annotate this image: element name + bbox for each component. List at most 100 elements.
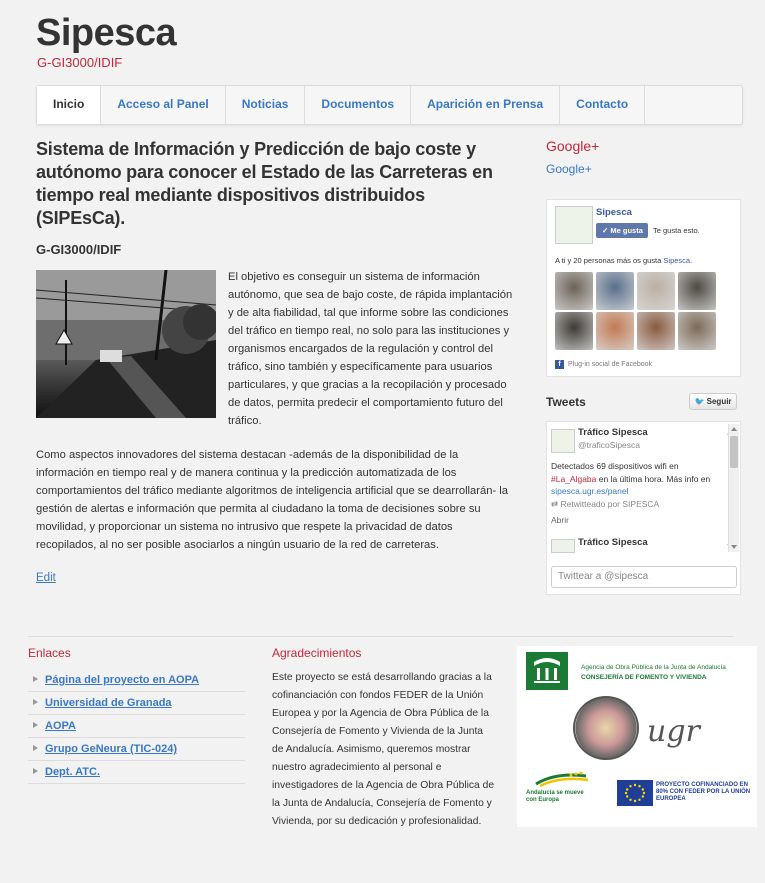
tweet-text-before: Detectados 69 dispositivos wifi en: [551, 461, 679, 471]
list-item: Universidad de Granada: [28, 692, 245, 715]
article-photo: [36, 270, 216, 418]
links-list: Página del proyecto en AOPA Universidad …: [28, 669, 245, 784]
friends-page-link[interactable]: Sipesca: [663, 256, 690, 265]
link-aopa[interactable]: AOPA: [45, 720, 76, 732]
article-title: Sistema de Información y Predicción de b…: [36, 139, 493, 228]
sponsor-logos: Agencia de Obra Pública de la Junta de A…: [517, 646, 757, 827]
twitter-widget: Tweets 🐦 Seguir Tráfico Sipesca @trafico…: [546, 393, 741, 595]
link-aopa-project[interactable]: Página del proyecto en AOPA: [45, 674, 199, 686]
sipesca-logo[interactable]: [555, 206, 593, 244]
tweet-open-link[interactable]: Abrir: [551, 514, 569, 527]
follow-label: Seguir: [706, 397, 732, 406]
nav-item-contacto[interactable]: Contacto: [560, 86, 646, 124]
facebook-friend-avatar[interactable]: [637, 272, 675, 310]
facebook-like-label: Me gusta: [610, 226, 643, 235]
tweet-link[interactable]: sipesca.ugr.es/panel: [551, 486, 629, 496]
twitter-bird-icon: 🐦: [694, 397, 705, 406]
twitter-follow-button[interactable]: 🐦 Seguir: [689, 393, 737, 410]
tweet-author-handle[interactable]: @traficoSipesca: [578, 439, 640, 452]
list-item: Página del proyecto en AOPA: [28, 669, 245, 692]
tweet-avatar[interactable]: [551, 539, 575, 553]
footer-links: Enlaces Página del proyecto en AOPA Univ…: [28, 646, 245, 784]
eu-stars-graphic: [624, 783, 646, 803]
facebook-icon: f: [555, 360, 564, 369]
bullet-arrow-icon: [33, 768, 38, 774]
tweet-text: Detectados 69 dispositivos wifi en #La_A…: [551, 460, 723, 498]
article-body: El objetivo es conseguir un sistema de i…: [36, 268, 516, 554]
tweet-item[interactable]: Tráfico Sipesca 4h: [551, 537, 735, 557]
tweet-author-name[interactable]: Tráfico Sipesca: [578, 427, 648, 440]
list-item: Dept. ATC.: [28, 761, 245, 784]
bullet-arrow-icon: [33, 676, 38, 682]
scroll-thumb[interactable]: [730, 436, 738, 468]
tweet-scrollbar[interactable]: [728, 424, 739, 552]
link-dept-atc[interactable]: Dept. ATC.: [45, 766, 100, 778]
nav-item-inicio[interactable]: Inicio: [37, 86, 102, 124]
facebook-friend-avatar[interactable]: [678, 272, 716, 310]
junta-consejeria-text: CONSEJERÍA DE FOMENTO Y VIVIENDA: [581, 674, 707, 681]
andalucia-europa-text: Andalucía se mueve con Europa: [526, 790, 584, 803]
google-plus-title: Google+: [546, 138, 600, 154]
bullet-arrow-icon: [33, 745, 38, 751]
eu-flag-icon: [617, 780, 653, 806]
facebook-friend-avatar[interactable]: [678, 312, 716, 350]
facebook-friend-avatar[interactable]: [555, 312, 593, 350]
site-title[interactable]: Sipesca: [36, 12, 177, 55]
andalucia-swoosh-graphic: [535, 771, 589, 788]
eu-cofinancing-text: PROYECTO COFINANCIADO EN 80% CON FEDER P…: [656, 782, 751, 802]
article: Sistema de Información y Predicción de b…: [36, 138, 516, 586]
site-tagline: G-GI3000/IDIF: [37, 55, 123, 70]
friends-prefix: A ti y 20 personas más os gusta: [555, 256, 664, 265]
list-item: AOPA: [28, 715, 245, 738]
thanks-text: Este proyecto se está desarrollando grac…: [272, 672, 495, 827]
footer-divider: [28, 636, 733, 637]
ugr-shield-logo: [573, 696, 639, 760]
facebook-like-text: Te gusta esto.: [653, 226, 700, 235]
tweet-hashtag[interactable]: #La_Algaba: [551, 474, 596, 484]
facebook-friend-avatar[interactable]: [596, 312, 634, 350]
tweet-author-name[interactable]: Tráfico Sipesca: [578, 537, 648, 550]
ugr-logo-text: ugr: [647, 714, 700, 749]
facebook-page-name[interactable]: Sipesca: [596, 207, 632, 218]
nav-item-acceso-panel[interactable]: Acceso al Panel: [101, 86, 226, 124]
facebook-like-button[interactable]: ✓ Me gusta: [596, 223, 648, 238]
friends-suffix: .: [690, 256, 693, 265]
road-photo-graphic: [36, 270, 216, 418]
junta-andalucia-logo: [526, 652, 568, 690]
list-item: Grupo GeNeura (TIC-024): [28, 738, 245, 761]
tweet-compose-input[interactable]: Twittear a @sipesca: [551, 566, 737, 588]
main-nav: Inicio Acceso al Panel Noticias Document…: [36, 85, 743, 125]
thanks-title: Agradecimientos: [272, 646, 362, 660]
junta-emblem-graphic: [534, 658, 560, 683]
tweet-item[interactable]: Tráfico Sipesca @traficoSipesca 4h Detec…: [551, 427, 735, 527]
footer-thanks: Agradecimientos Este proyecto se está de…: [272, 646, 497, 831]
junta-agency-text: Agencia de Obra Pública de la Junta de A…: [581, 664, 726, 671]
link-geneura[interactable]: Grupo GeNeura (TIC-024): [45, 743, 177, 755]
facebook-friend-avatar[interactable]: [596, 272, 634, 310]
nav-item-documentos[interactable]: Documentos: [305, 86, 412, 124]
tweet-avatar[interactable]: [551, 429, 575, 453]
tweet-text-after: en la última hora. Más info en: [596, 473, 711, 484]
google-plus-link[interactable]: Google+: [546, 162, 741, 176]
nav-item-noticias[interactable]: Noticias: [226, 86, 306, 124]
links-title: Enlaces: [28, 646, 71, 660]
facebook-like-box: Sipesca ✓ Me gusta Te gusta esto. A ti y…: [546, 199, 741, 377]
facebook-plugin-label[interactable]: f Plug-in social de Facebook: [555, 360, 652, 369]
scroll-down-arrow-icon[interactable]: [731, 545, 737, 549]
facebook-friends-text: A ti y 20 personas más os gusta Sipesca.: [555, 256, 692, 265]
link-ugr[interactable]: Universidad de Granada: [45, 697, 172, 709]
tweet-timeline: Tráfico Sipesca @traficoSipesca 4h Detec…: [546, 421, 741, 595]
article-subtitle: G-GI3000/IDIF: [36, 242, 122, 257]
scroll-up-arrow-icon[interactable]: [731, 427, 737, 431]
bullet-arrow-icon: [33, 722, 38, 728]
bullet-arrow-icon: [33, 699, 38, 705]
tweet-retweet-info: ⇄ Retwitteado por SIPESCA: [551, 498, 659, 511]
article-paragraph-2: Como aspectos innovadores del sistema de…: [36, 449, 508, 551]
facebook-friend-avatar[interactable]: [555, 272, 593, 310]
plugin-label-text: Plug-in social de Facebook: [568, 361, 653, 368]
facebook-faces: [555, 272, 716, 350]
nav-item-aparicion-prensa[interactable]: Aparición en Prensa: [411, 86, 561, 124]
retweet-text: Retwitteado por SIPESCA: [560, 499, 660, 509]
facebook-friend-avatar[interactable]: [637, 312, 675, 350]
edit-link[interactable]: Edit: [36, 572, 56, 584]
